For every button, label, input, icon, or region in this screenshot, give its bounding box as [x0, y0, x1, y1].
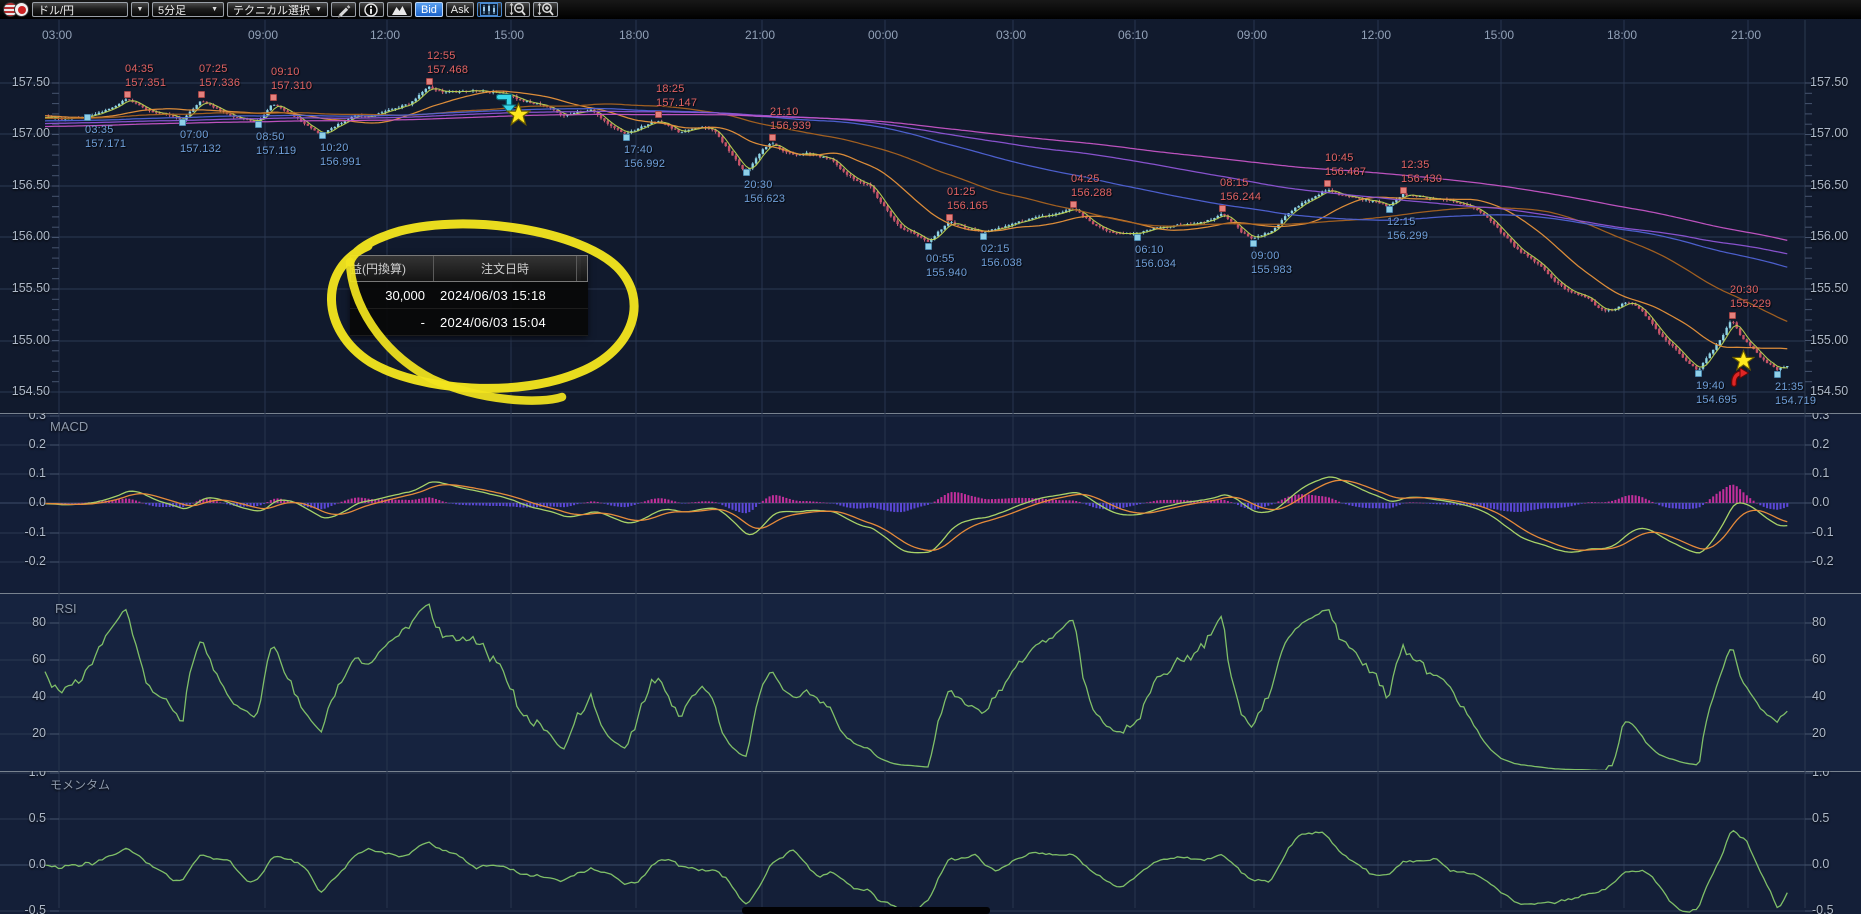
timeframe-select[interactable]: 5分足 ▼: [152, 2, 224, 17]
timeframe-label: 5分足: [158, 2, 186, 18]
order-table-row[interactable]: - 2024/06/03 15:04: [350, 309, 588, 336]
bid-toggle-button[interactable]: Bid: [415, 2, 443, 17]
currency-pair-label: ドル/円: [38, 2, 74, 18]
currency-pair-dropdown-button[interactable]: ▼: [131, 2, 149, 17]
draw-tool-button[interactable]: [331, 2, 356, 17]
chart-toolbar: ドル/円 ▼ 5分足 ▼ テクニカル選択 ▼: [0, 0, 1861, 19]
zoom-out-button[interactable]: [505, 2, 530, 17]
taskbar-hint-bar: [742, 907, 990, 914]
order-datetime-value: 2024/06/03 15:04: [432, 315, 588, 330]
macd-title: MACD: [50, 419, 88, 434]
order-datetime-column-header: 注文日時: [434, 256, 577, 281]
zoom-out-icon: [509, 2, 526, 17]
pl-column-header: 損益(円換算): [351, 256, 434, 281]
pencil-icon: [335, 2, 351, 18]
candle-style-button[interactable]: [477, 2, 502, 17]
fx-chart-window: 03:0009:0012:0015:0018:0021:0000:0003:00…: [0, 0, 1861, 914]
bid-label: Bid: [421, 4, 437, 16]
info-button[interactable]: [359, 2, 384, 17]
order-table-header: 損益(円換算) 注文日時: [350, 255, 588, 282]
technical-indicator-button[interactable]: テクニカル選択 ▼: [227, 2, 328, 17]
candle-chart-icon: [480, 3, 498, 16]
pl-value: 30,000: [350, 288, 432, 303]
clipped-column-edge: [577, 256, 581, 281]
zoom-in-button[interactable]: [533, 2, 558, 17]
momentum-title: モメンタム: [50, 776, 110, 793]
info-icon: [364, 3, 378, 17]
chevron-down-icon: ▼: [315, 6, 322, 13]
technical-indicator-label: テクニカル選択: [233, 2, 310, 18]
zoom-in-icon: [537, 2, 554, 17]
chevron-down-icon: ▼: [211, 6, 218, 13]
rsi-title: RSI: [55, 601, 77, 616]
ask-toggle-button[interactable]: Ask: [446, 2, 474, 17]
order-datetime-value: 2024/06/03 15:18: [432, 288, 588, 303]
jp-flag-icon: [14, 2, 29, 17]
order-table-row[interactable]: 30,000 2024/06/03 15:18: [350, 282, 588, 309]
area-chart-button[interactable]: [387, 2, 412, 17]
pl-value: -: [350, 315, 432, 330]
currency-pair-select[interactable]: ドル/円: [32, 2, 128, 17]
order-info-table[interactable]: 損益(円換算) 注文日時 30,000 2024/06/03 15:18 - 2…: [350, 255, 588, 336]
mountain-chart-icon: [391, 3, 408, 16]
chart-canvas: [0, 0, 1861, 914]
ask-label: Ask: [451, 4, 469, 16]
chevron-down-icon: ▼: [137, 6, 144, 13]
